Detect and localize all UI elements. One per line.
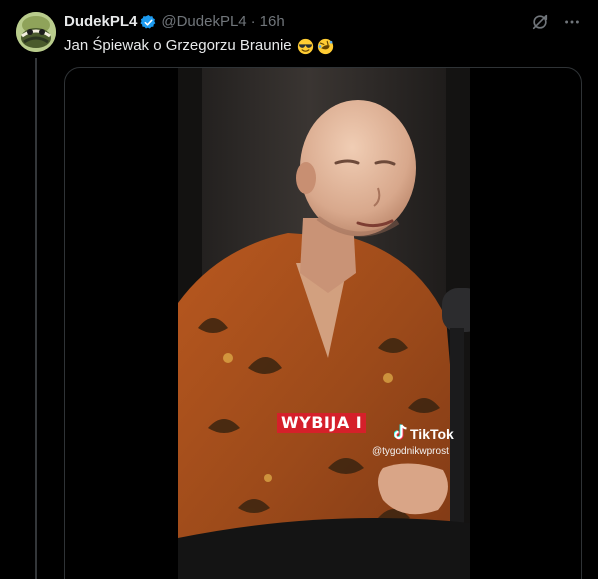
- avatar[interactable]: [16, 12, 56, 52]
- user-handle[interactable]: @DudekPL4: [161, 12, 246, 32]
- video-card[interactable]: WYBIJA I TikTok @tygodnikwprost: [64, 67, 582, 579]
- grok-icon[interactable]: [530, 12, 550, 32]
- tiktok-handle: @tygodnikwprost: [372, 446, 449, 457]
- display-name[interactable]: DudekPL4: [64, 12, 137, 32]
- video-overlay-label: WYBIJA I: [277, 413, 367, 433]
- video-frame[interactable]: WYBIJA I TikTok @tygodnikwprost: [178, 68, 470, 579]
- tiktok-brand: TikTok: [393, 424, 454, 444]
- avatar-image: [16, 12, 56, 52]
- tweet-text: Jan Śpiewak o Grzegorzu Braunie: [64, 36, 334, 56]
- thread-line: [35, 58, 37, 579]
- tiktok-logo-icon: [393, 424, 408, 444]
- timestamp[interactable]: 16h: [260, 12, 285, 32]
- more-icon[interactable]: [562, 12, 582, 32]
- separator-dot: ·: [250, 13, 256, 30]
- tiktok-watermark: TikTok @tygodnikwprost: [372, 424, 454, 459]
- tweet-text-content: Jan Śpiewak o Grzegorzu Braunie: [64, 37, 292, 54]
- tweet-header: DudekPL4 @DudekPL4 · 16h: [64, 12, 285, 32]
- video-still: [178, 68, 470, 579]
- rolling-on-the-floor-laughing-icon: [317, 38, 334, 55]
- smiling-face-with-sunglasses-icon: [297, 38, 314, 55]
- header-actions: [530, 12, 582, 32]
- tiktok-brand-label: TikTok: [410, 426, 454, 442]
- verified-badge-icon[interactable]: [140, 14, 157, 31]
